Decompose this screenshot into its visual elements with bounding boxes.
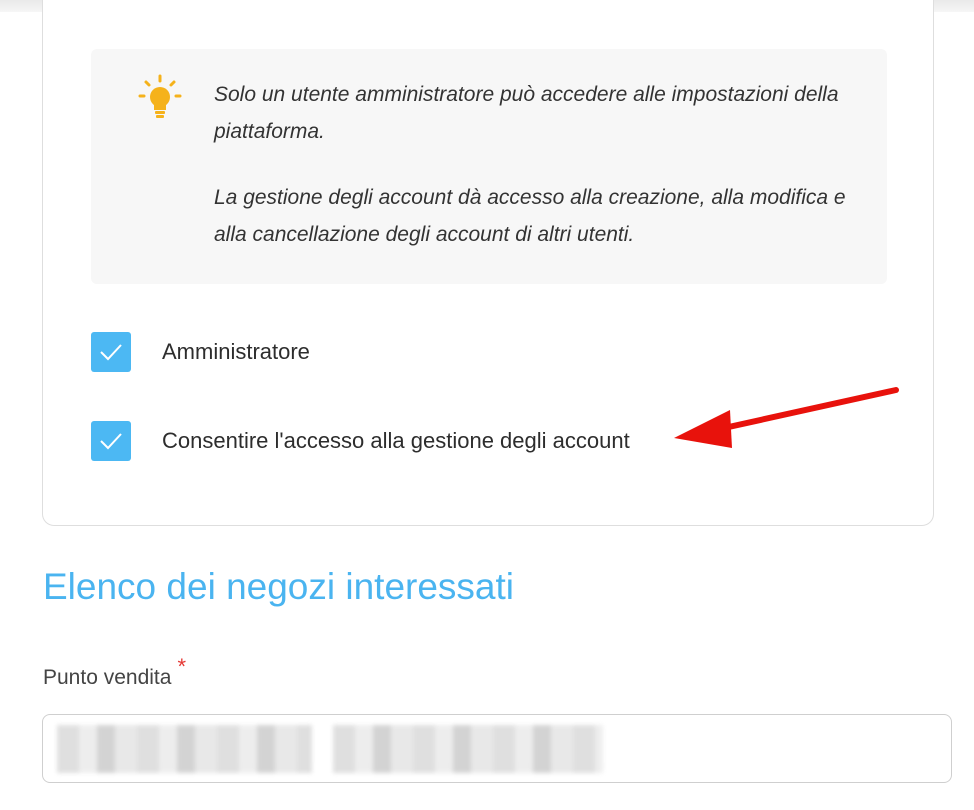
checkmark-icon: [100, 344, 122, 361]
administrator-label: Amministratore: [162, 339, 310, 364]
admin-info-text: Solo un utente amministratore può accede…: [214, 83, 839, 143]
administrator-checkbox[interactable]: [91, 332, 131, 372]
store-input[interactable]: [42, 714, 952, 783]
blurred-value: [333, 725, 603, 773]
account-management-checkbox[interactable]: [91, 421, 131, 461]
account-management-info-text: La gestione degli account dà accesso all…: [214, 186, 846, 246]
administrator-option: Amministratore: [91, 332, 310, 372]
account-management-option: Consentire l'accesso alla gestione degli…: [91, 421, 630, 461]
required-indicator: *: [177, 654, 186, 679]
store-field-label-text: Punto vendita: [43, 666, 172, 689]
blurred-value: [57, 725, 312, 773]
checkmark-icon: [100, 433, 122, 450]
annotation-arrow-icon: [674, 387, 899, 448]
store-field-label: Punto vendita *: [43, 654, 186, 690]
lightbulb-icon: [138, 74, 182, 118]
account-management-label: Consentire l'accesso alla gestione degli…: [162, 428, 630, 453]
page: Solo un utente amministratore può accede…: [0, 0, 974, 810]
stores-section-title: Elenco dei negozi interessati: [43, 566, 515, 607]
